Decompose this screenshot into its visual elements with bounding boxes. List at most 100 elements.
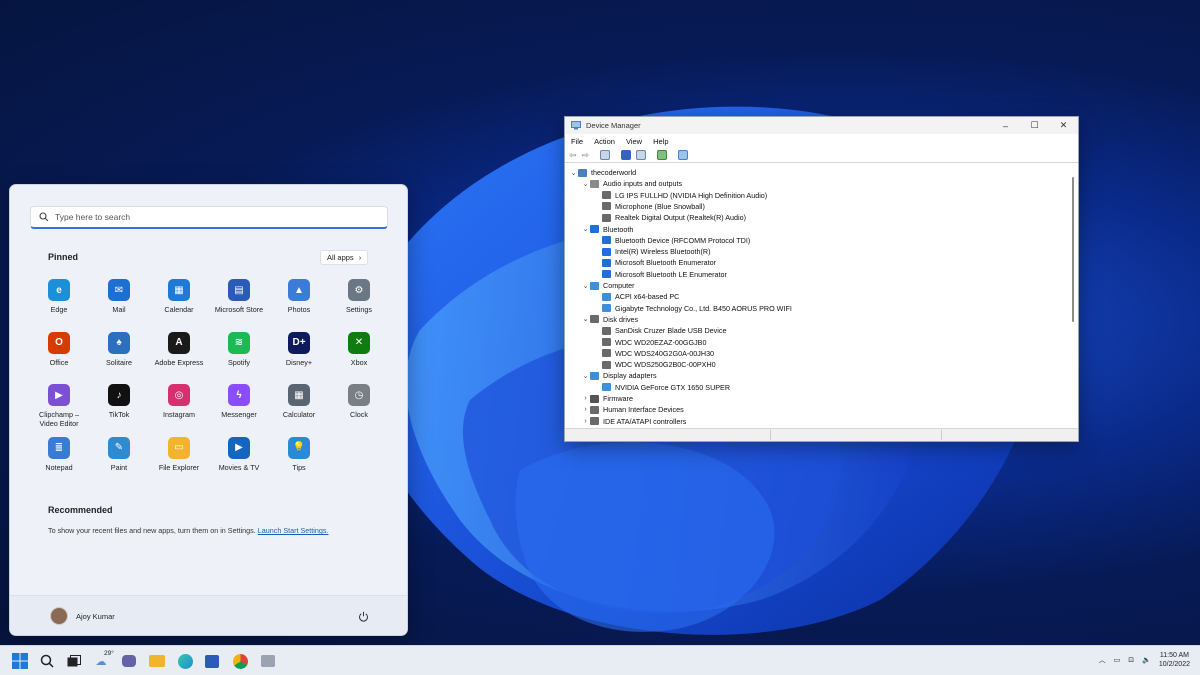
teams-chat-button[interactable] bbox=[120, 652, 138, 670]
tree-device[interactable]: Microphone (Blue Snowball) bbox=[593, 201, 705, 212]
start-button[interactable] bbox=[11, 652, 29, 670]
tree-device[interactable]: LG IPS FULLHD (NVIDIA High Definition Au… bbox=[593, 190, 767, 201]
tree-device[interactable]: WDC WD20EZAZ-00GGJB0 bbox=[593, 337, 706, 348]
expand-chevron-icon[interactable]: › bbox=[581, 406, 590, 413]
chevron-up-icon[interactable]: ︿ bbox=[1099, 655, 1106, 665]
menu-help[interactable]: Help bbox=[653, 137, 668, 146]
pinned-app-instagram[interactable]: ◎ Instagram bbox=[149, 382, 209, 432]
tree-category[interactable]: › Firmware bbox=[581, 393, 633, 404]
tree-category[interactable]: ⌄ Disk drives bbox=[581, 314, 639, 325]
volume-icon[interactable]: 🔈 bbox=[1142, 656, 1151, 664]
tree-device[interactable]: ACPI x64-based PC bbox=[593, 291, 679, 302]
pinned-app-clock[interactable]: ◷ Clock bbox=[329, 382, 389, 432]
pinned-app-spotify[interactable]: ≋ Spotify bbox=[209, 330, 269, 380]
expand-chevron-icon[interactable]: ⌄ bbox=[581, 315, 590, 323]
tree-device[interactable]: Bluetooth Device (RFCOMM Protocol TDI) bbox=[593, 235, 750, 246]
pinned-app-office[interactable]: O Office bbox=[29, 330, 89, 380]
start-search-box[interactable]: Type here to search bbox=[30, 206, 388, 229]
pinned-app-solitaire[interactable]: ♠ Solitaire bbox=[89, 330, 149, 380]
expand-chevron-icon[interactable]: ⌄ bbox=[581, 282, 590, 290]
user-account-button[interactable]: Ajoy Kumar bbox=[50, 607, 115, 625]
help-icon[interactable] bbox=[621, 150, 632, 160]
tree-device[interactable]: WDC WDS240G2G0A-00JH30 bbox=[593, 348, 714, 359]
tree-category[interactable]: ⌄ Bluetooth bbox=[581, 224, 634, 235]
pinned-app-adobe-express[interactable]: A Adobe Express bbox=[149, 330, 209, 380]
vertical-scrollbar[interactable] bbox=[1071, 169, 1075, 427]
expand-chevron-icon[interactable]: ⌄ bbox=[569, 169, 578, 177]
tree-device[interactable]: WDC WDS250G2B0C-00PXH0 bbox=[593, 359, 716, 370]
expand-chevron-icon[interactable]: ⌄ bbox=[581, 372, 590, 380]
tree-category[interactable]: ⌄ Computer bbox=[581, 280, 635, 291]
app-icon: ♪ bbox=[108, 384, 130, 406]
tree-device[interactable]: SanDisk Cruzer Blade USB Device bbox=[593, 325, 726, 336]
pinned-app-disney[interactable]: D+ Disney+ bbox=[269, 330, 329, 380]
task-view-button[interactable] bbox=[65, 652, 83, 670]
scan-hardware-icon[interactable] bbox=[678, 150, 689, 160]
pinned-app-notepad[interactable]: ≣ Notepad bbox=[29, 435, 89, 485]
search-button[interactable] bbox=[38, 652, 56, 670]
launch-start-settings-link[interactable]: Launch Start Settings. bbox=[258, 526, 329, 535]
tree-device[interactable]: Realtek Digital Output (Realtek(R) Audio… bbox=[593, 212, 746, 223]
network-icon[interactable]: ⊡ bbox=[1128, 656, 1134, 664]
power-button[interactable] bbox=[358, 609, 369, 627]
pinned-app-calendar[interactable]: ▦ Calendar bbox=[149, 277, 209, 327]
all-apps-button[interactable]: All apps › bbox=[320, 250, 369, 265]
tree-device[interactable]: Microsoft Bluetooth Enumerator bbox=[593, 257, 716, 268]
pinned-app-settings[interactable]: ⚙ Settings bbox=[329, 277, 389, 327]
display-icon[interactable]: ▭ bbox=[1114, 656, 1121, 664]
device-icon bbox=[602, 304, 611, 313]
tree-label: WDC WDS240G2G0A-00JH30 bbox=[615, 348, 715, 358]
tree-category[interactable]: ⌄ Audio inputs and outputs bbox=[581, 178, 683, 189]
menu-view[interactable]: View bbox=[626, 137, 642, 146]
pinned-app-mail[interactable]: ✉ Mail bbox=[89, 277, 149, 327]
pinned-app-microsoft-store[interactable]: ▤ Microsoft Store bbox=[209, 277, 269, 327]
minimize-button[interactable]: – bbox=[991, 117, 1020, 134]
pinned-app-photos[interactable]: ▲ Photos bbox=[269, 277, 329, 327]
pinned-app-paint[interactable]: ✎ Paint bbox=[89, 435, 149, 485]
device-icon bbox=[602, 360, 611, 369]
recommended-heading: Recommended bbox=[48, 505, 113, 515]
pinned-app-tiktok[interactable]: ♪ TikTok bbox=[89, 382, 149, 432]
device-manager-taskbar[interactable] bbox=[259, 652, 277, 670]
properties-icon[interactable] bbox=[600, 150, 611, 160]
expand-chevron-icon[interactable]: › bbox=[581, 418, 590, 425]
expand-chevron-icon[interactable]: ⌄ bbox=[581, 225, 590, 233]
pinned-app-messenger[interactable]: ϟ Messenger bbox=[209, 382, 269, 432]
update-driver-icon[interactable] bbox=[657, 150, 668, 160]
file-explorer-taskbar[interactable] bbox=[148, 652, 166, 670]
pinned-app-file-explorer[interactable]: ▭ File Explorer bbox=[149, 435, 209, 485]
tree-root[interactable]: ⌄ thecoderworld bbox=[569, 167, 637, 178]
tree-device[interactable]: Gigabyte Technology Co., Ltd. B450 AORUS… bbox=[593, 303, 792, 314]
tree-category[interactable]: › Human Interface Devices bbox=[581, 404, 683, 415]
tree-category[interactable]: ⌄ Display adapters bbox=[581, 370, 657, 381]
device-icon bbox=[578, 168, 587, 177]
chrome-taskbar[interactable] bbox=[231, 652, 249, 670]
scrollbar-thumb[interactable] bbox=[1072, 177, 1074, 322]
app-icon: ≋ bbox=[228, 331, 250, 354]
forward-icon[interactable]: ⇨ bbox=[582, 150, 590, 161]
pinned-app-clipchamp-video-editor[interactable]: ▶ Clipchamp – Video Editor bbox=[29, 382, 89, 432]
pinned-app-calculator[interactable]: ▦ Calculator bbox=[269, 382, 329, 432]
app-label: Clock bbox=[350, 410, 368, 419]
tree-device[interactable]: NVIDIA GeForce GTX 1650 SUPER bbox=[593, 382, 730, 393]
store-taskbar[interactable] bbox=[203, 652, 221, 670]
expand-chevron-icon[interactable]: › bbox=[581, 395, 590, 402]
tree-device[interactable]: Microsoft Bluetooth LE Enumerator bbox=[593, 269, 727, 280]
pinned-app-xbox[interactable]: ✕ Xbox bbox=[329, 330, 389, 380]
tree-category[interactable]: › IDE ATA/ATAPI controllers bbox=[581, 416, 686, 427]
menu-file[interactable]: File bbox=[571, 137, 583, 146]
expand-chevron-icon[interactable]: ⌄ bbox=[581, 180, 590, 188]
pinned-app-tips[interactable]: 💡 Tips bbox=[269, 435, 329, 485]
maximize-button[interactable]: ☐ bbox=[1020, 117, 1049, 134]
pinned-app-movies-tv[interactable]: ▶ Movies & TV bbox=[209, 435, 269, 485]
tree-label: NVIDIA GeForce GTX 1650 SUPER bbox=[615, 382, 731, 392]
edge-taskbar[interactable] bbox=[176, 652, 194, 670]
tree-device[interactable]: Intel(R) Wireless Bluetooth(R) bbox=[593, 246, 710, 257]
menu-action[interactable]: Action bbox=[594, 137, 615, 146]
view-icon[interactable] bbox=[636, 150, 647, 160]
pinned-app-edge[interactable]: e Edge bbox=[29, 277, 89, 327]
clock[interactable]: 11:50 AM 10/2/2022 bbox=[1159, 651, 1190, 669]
back-icon[interactable]: ⇦ bbox=[569, 150, 577, 161]
tree-label: Microsoft Bluetooth LE Enumerator bbox=[615, 269, 727, 279]
close-button[interactable]: ✕ bbox=[1049, 117, 1078, 134]
